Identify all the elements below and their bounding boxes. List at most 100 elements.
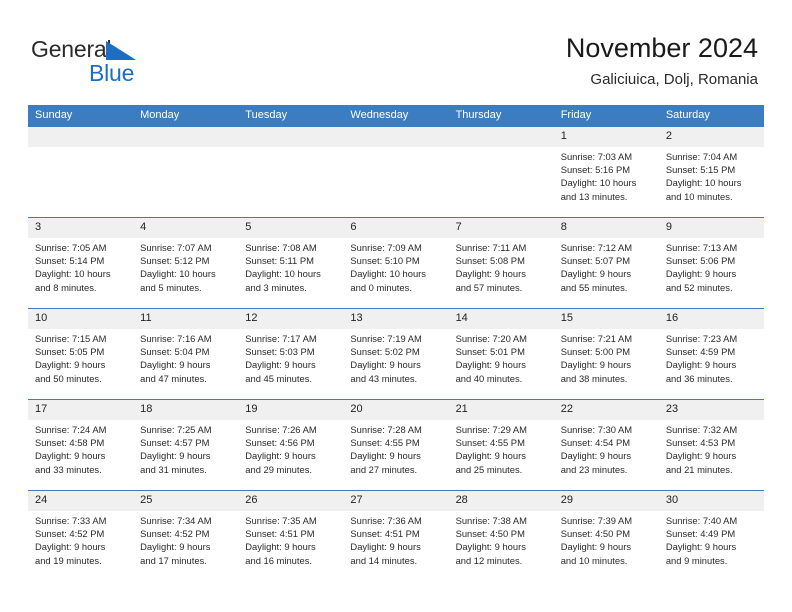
daylight-text-cont: and 19 minutes. (35, 554, 102, 566)
sunset-text: Sunset: 5:03 PM (245, 346, 315, 358)
day-number: 10 (28, 309, 134, 329)
calendar-day-cell[interactable]: 20 Sunrise: 7:28 AM Sunset: 4:55 PM Dayligh… (343, 399, 449, 491)
day-number: 16 (658, 309, 764, 329)
calendar-day-cell[interactable]: 4 Sunrise: 7:07 AM Sunset: 5:12 PM Daylight… (133, 217, 239, 309)
logo-text-general: General (31, 36, 112, 62)
calendar-day-cell[interactable]: 17 Sunrise: 7:24 AM Sunset: 4:58 PM Dayligh… (28, 399, 134, 491)
daylight-text-cont: and 8 minutes. (35, 281, 97, 293)
daylight-text-cont: and 50 minutes. (35, 372, 102, 384)
calendar-day-cell-inner: 2 Sunrise: 7:04 AM Sunset: 5:15 PM Daylight… (658, 127, 764, 217)
calendar-day-cell-inner: 19 Sunrise: 7:26 AM Sunset: 4:56 PM Dayligh… (238, 400, 344, 490)
calendar-day-cell[interactable]: 28 Sunrise: 7:38 AM Sunset: 4:50 PM Dayligh… (448, 490, 554, 581)
calendar-day-cell[interactable]: 14 Sunrise: 7:20 AM Sunset: 5:01 PM Dayligh… (448, 308, 554, 400)
daylight-text-cont: and 57 minutes. (455, 281, 523, 293)
calendar-day-cell-inner: 25 Sunrise: 7:34 AM Sunset: 4:52 PM Dayligh… (133, 491, 239, 581)
sunrise-text: Sunrise: 7:03 AM (560, 151, 633, 162)
sunset-text: Sunset: 5:07 PM (560, 255, 631, 267)
calendar-day-cell[interactable]: 9 Sunrise: 7:13 AM Sunset: 5:06 PM Daylight… (658, 217, 764, 309)
daylight-text: Daylight: 9 hours (560, 541, 632, 553)
calendar-day-cell[interactable]: 8 Sunrise: 7:12 AM Sunset: 5:07 PM Daylight… (553, 217, 659, 309)
daylight-text: Daylight: 9 hours (35, 541, 106, 553)
calendar-day-cell-inner: 20 Sunrise: 7:28 AM Sunset: 4:55 PM Dayligh… (343, 400, 449, 490)
calendar-day-cell[interactable]: 16 Sunrise: 7:23 AM Sunset: 4:59 PM Dayligh… (658, 308, 764, 400)
day-sun-details: Sunrise: 7:09 AM Sunset: 5:10 PM Daylight:… (343, 238, 448, 294)
sunset-text: Sunset: 4:58 PM (35, 437, 105, 449)
calendar-day-cell[interactable]: 27 Sunrise: 7:36 AM Sunset: 4:51 PM Dayligh… (343, 490, 449, 581)
day-number: 5 (238, 218, 344, 238)
weekday-header-friday: Friday (553, 105, 659, 127)
sunrise-text: Sunrise: 7:11 AM (455, 242, 527, 253)
calendar-day-cell[interactable]: 13 Sunrise: 7:19 AM Sunset: 5:02 PM Dayligh… (343, 308, 449, 400)
sunset-text: Sunset: 5:16 PM (560, 164, 631, 176)
calendar-day-cell[interactable]: 6 Sunrise: 7:09 AM Sunset: 5:10 PM Daylight… (343, 217, 449, 309)
day-number: 28 (448, 491, 554, 511)
daylight-text-cont: and 38 minutes. (560, 372, 628, 384)
day-number: 18 (133, 400, 239, 420)
sunrise-text: Sunrise: 7:32 AM (665, 424, 738, 435)
sunset-text: Sunset: 4:55 PM (455, 437, 525, 449)
calendar-day-cell[interactable]: 10 Sunrise: 7:15 AM Sunset: 5:05 PM Dayligh… (28, 308, 134, 400)
sunrise-text: Sunrise: 7:39 AM (560, 515, 633, 526)
day-number: 21 (448, 400, 554, 420)
calendar-day-cell[interactable]: 24 Sunrise: 7:33 AM Sunset: 4:52 PM Dayligh… (28, 490, 134, 581)
daylight-text: Daylight: 9 hours (140, 450, 211, 462)
day-number: 12 (238, 309, 344, 329)
calendar-day-cell[interactable]: 21 Sunrise: 7:29 AM Sunset: 4:55 PM Dayligh… (448, 399, 554, 491)
daylight-text-cont: and 40 minutes. (455, 372, 523, 384)
daylight-text-cont: and 36 minutes. (665, 372, 733, 384)
logo-triangle-icon (106, 41, 136, 60)
calendar-day-cell-inner (238, 127, 344, 217)
calendar-day-cell[interactable]: 12 Sunrise: 7:17 AM Sunset: 5:03 PM Dayligh… (238, 308, 344, 400)
day-sun-details: Sunrise: 7:13 AM Sunset: 5:06 PM Daylight:… (659, 238, 764, 294)
daylight-text: Daylight: 10 hours (350, 268, 426, 280)
daylight-text-cont: and 13 minutes. (560, 190, 628, 202)
calendar-day-cell[interactable]: 15 Sunrise: 7:21 AM Sunset: 5:00 PM Dayligh… (553, 308, 659, 400)
calendar-day-cell-inner (448, 127, 554, 217)
calendar-day-cell[interactable]: 3 Sunrise: 7:05 AM Sunset: 5:14 PM Daylight… (28, 217, 134, 309)
calendar-day-cell[interactable]: 26 Sunrise: 7:35 AM Sunset: 4:51 PM Dayligh… (238, 490, 344, 581)
day-number: 7 (448, 218, 554, 238)
sunset-text: Sunset: 4:53 PM (665, 437, 736, 449)
weekday-header-sunday: Sunday (28, 105, 134, 127)
calendar-day-cell[interactable]: 1 Sunrise: 7:03 AM Sunset: 5:16 PM Daylight… (553, 126, 659, 218)
day-number: 30 (658, 491, 764, 511)
calendar-day-cell-inner: 12 Sunrise: 7:17 AM Sunset: 5:03 PM Dayligh… (238, 309, 344, 399)
day-number: 13 (343, 309, 449, 329)
day-sun-details (449, 147, 554, 150)
sunrise-text: Sunrise: 7:07 AM (140, 242, 212, 253)
sunset-text: Sunset: 5:08 PM (455, 255, 525, 267)
daylight-text: Daylight: 9 hours (455, 541, 526, 553)
calendar-day-cell[interactable]: 2 Sunrise: 7:04 AM Sunset: 5:15 PM Daylight… (658, 126, 764, 218)
day-number: 9 (658, 218, 764, 238)
sunset-text: Sunset: 5:05 PM (35, 346, 105, 358)
calendar-day-cell[interactable]: 23 Sunrise: 7:32 AM Sunset: 4:53 PM Dayligh… (658, 399, 764, 491)
calendar-day-cell-inner: 3 Sunrise: 7:05 AM Sunset: 5:14 PM Daylight… (28, 218, 134, 308)
daylight-text: Daylight: 9 hours (35, 450, 106, 462)
day-number: 2 (658, 127, 764, 147)
calendar-day-cell[interactable]: 30 Sunrise: 7:40 AM Sunset: 4:49 PM Dayligh… (658, 490, 764, 581)
day-number (448, 127, 554, 147)
daylight-text: Daylight: 9 hours (665, 450, 737, 462)
calendar-page: General Blue November 2024 Galiciuica, D… (0, 0, 792, 612)
calendar-day-cell[interactable]: 7 Sunrise: 7:11 AM Sunset: 5:08 PM Daylight… (448, 217, 554, 309)
day-sun-details: Sunrise: 7:15 AM Sunset: 5:05 PM Daylight:… (28, 329, 133, 385)
calendar-day-cell[interactable]: 25 Sunrise: 7:34 AM Sunset: 4:52 PM Dayligh… (133, 490, 239, 581)
daylight-text-cont: and 29 minutes. (245, 463, 312, 475)
day-sun-details: Sunrise: 7:19 AM Sunset: 5:02 PM Daylight:… (343, 329, 448, 385)
calendar-day-cell[interactable]: 11 Sunrise: 7:16 AM Sunset: 5:04 PM Dayligh… (133, 308, 239, 400)
calendar-day-cell-inner: 26 Sunrise: 7:35 AM Sunset: 4:51 PM Dayligh… (238, 491, 344, 581)
sunrise-text: Sunrise: 7:12 AM (560, 242, 633, 253)
sunset-text: Sunset: 5:01 PM (455, 346, 525, 358)
daylight-text-cont: and 9 minutes. (665, 554, 728, 566)
sunset-text: Sunset: 5:00 PM (560, 346, 631, 358)
sunset-text: Sunset: 4:50 PM (455, 528, 525, 540)
calendar-day-cell[interactable]: 29 Sunrise: 7:39 AM Sunset: 4:50 PM Dayligh… (553, 490, 659, 581)
calendar-day-cell[interactable]: 19 Sunrise: 7:26 AM Sunset: 4:56 PM Dayligh… (238, 399, 344, 491)
sunrise-text: Sunrise: 7:23 AM (665, 333, 738, 344)
calendar-day-cell[interactable]: 18 Sunrise: 7:25 AM Sunset: 4:57 PM Dayligh… (133, 399, 239, 491)
day-sun-details: Sunrise: 7:25 AM Sunset: 4:57 PM Daylight:… (133, 420, 238, 476)
calendar-day-cell-inner: 15 Sunrise: 7:21 AM Sunset: 5:00 PM Dayligh… (553, 309, 659, 399)
calendar-day-cell[interactable]: 22 Sunrise: 7:30 AM Sunset: 4:54 PM Dayligh… (553, 399, 659, 491)
calendar-day-cell[interactable]: 5 Sunrise: 7:08 AM Sunset: 5:11 PM Daylight… (238, 217, 344, 309)
daylight-text-cont: and 14 minutes. (350, 554, 418, 566)
